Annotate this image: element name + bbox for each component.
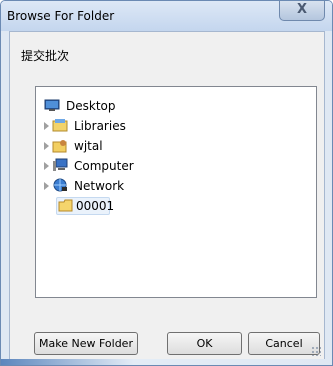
close-icon: X: [296, 2, 308, 17]
desktop-icon: [44, 98, 60, 113]
tree-item-label: Desktop: [66, 99, 116, 113]
tree-item-label: Network: [74, 179, 125, 193]
tree-item-label: Libraries: [74, 119, 126, 133]
expand-arrow-icon[interactable]: [44, 182, 49, 190]
tree-item-computer[interactable]: Computer: [36, 157, 314, 175]
network-icon: [52, 178, 68, 193]
tree-item-libraries[interactable]: Libraries: [36, 117, 314, 135]
ok-button[interactable]: OK: [167, 332, 242, 355]
tree-item-network[interactable]: Network: [36, 177, 314, 195]
tree-item-label: Computer: [74, 159, 134, 173]
expand-arrow-icon[interactable]: [44, 142, 49, 150]
dialog-body: 提交批次 Desktop Libraries wjtal Computer Ne…: [9, 31, 325, 360]
dialog-title: Browse For Folder: [7, 9, 115, 23]
prompt-text: 提交批次: [21, 49, 70, 63]
tree-item-label: wjtal: [74, 139, 103, 153]
expand-arrow-icon[interactable]: [44, 122, 49, 130]
browse-folder-dialog: Browse For Folder X 提交批次 Desktop Librari…: [0, 0, 333, 366]
user-folder-icon: [52, 138, 68, 153]
computer-icon: [52, 158, 68, 173]
resize-grip-icon[interactable]: [311, 346, 321, 356]
expand-arrow-icon[interactable]: [44, 162, 49, 170]
window-bottom-edge: [1, 359, 332, 365]
tree-item-label: 00001: [76, 199, 115, 213]
tree-item-00001[interactable]: 00001: [36, 197, 314, 215]
make-new-folder-button[interactable]: Make New Folder: [34, 332, 138, 355]
folder-icon: [58, 198, 74, 213]
tree-item-wjtal[interactable]: wjtal: [36, 137, 314, 155]
title-bar[interactable]: Browse For Folder X: [1, 1, 332, 31]
close-button[interactable]: X: [279, 1, 325, 21]
libraries-icon: [52, 118, 68, 133]
cancel-button[interactable]: Cancel: [248, 332, 320, 355]
tree-item-desktop[interactable]: Desktop: [36, 97, 314, 115]
folder-tree[interactable]: Desktop Libraries wjtal Computer Network…: [35, 86, 317, 298]
